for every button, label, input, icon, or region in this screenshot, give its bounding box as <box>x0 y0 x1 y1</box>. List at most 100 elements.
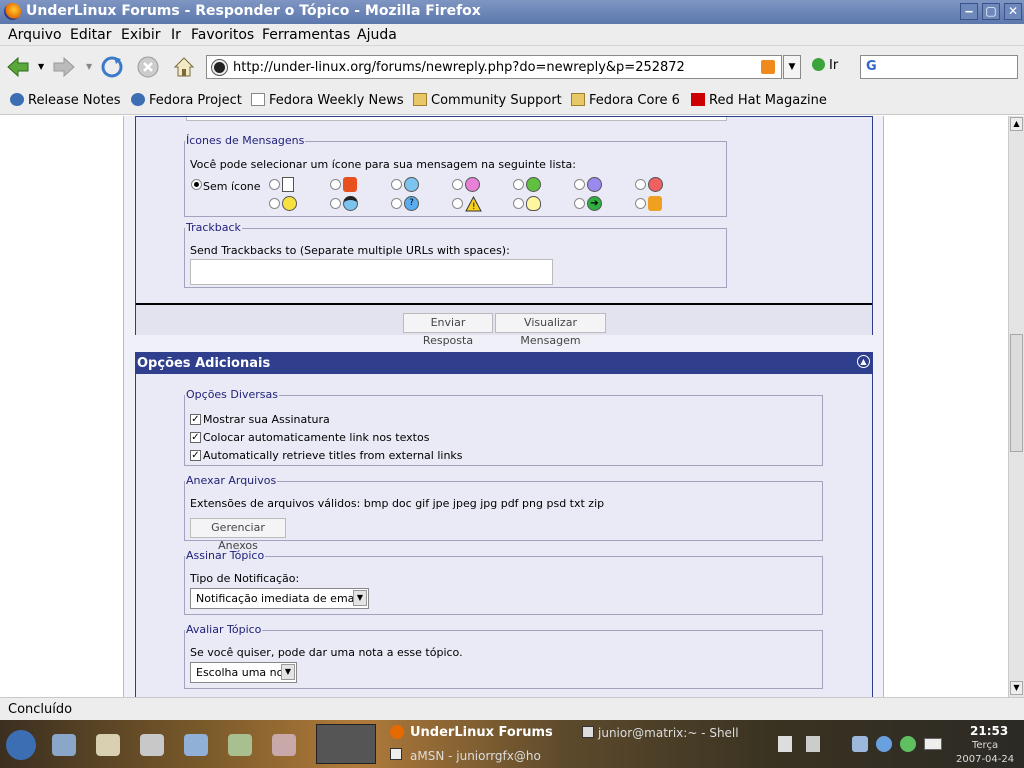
office-icon[interactable] <box>184 734 208 756</box>
icon-radio-10[interactable] <box>391 198 402 209</box>
warning-icon: ! <box>465 196 482 212</box>
show-signature-checkbox[interactable]: ✓ <box>190 414 201 425</box>
fedora-icon <box>10 93 24 106</box>
stop-icon[interactable] <box>136 55 160 79</box>
speaker-icon[interactable] <box>852 736 868 752</box>
menu-arquivo[interactable]: Arquivo <box>8 27 62 43</box>
home-icon[interactable] <box>172 55 196 79</box>
rss-feed-icon[interactable] <box>761 60 775 74</box>
task-amsn[interactable]: aMSN - juniorrgfx@ho <box>410 749 541 763</box>
trackback-urls-input[interactable] <box>190 259 553 285</box>
preview-message-button[interactable]: Visualizar Mensagem <box>495 313 606 347</box>
bookmark-fedora-project[interactable]: Fedora Project <box>131 93 242 108</box>
menu-ajuda[interactable]: Ajuda <box>357 27 397 43</box>
bookmark-fedora-weekly-news[interactable]: Fedora Weekly News <box>251 93 404 108</box>
icon-radio-3[interactable] <box>391 179 402 190</box>
manage-attachments-button[interactable]: Gerenciar Anexos <box>190 518 286 552</box>
icon-radio-11[interactable] <box>452 198 463 209</box>
retrieve-titles-label: Automatically retrieve titles from exter… <box>203 449 463 462</box>
fedora-menu-icon[interactable] <box>6 730 36 760</box>
mail-icon[interactable] <box>924 738 942 750</box>
volume-icon[interactable] <box>806 736 820 752</box>
menu-exibir[interactable]: Exibir <box>121 27 161 43</box>
back-icon[interactable] <box>6 55 30 79</box>
folder-icon <box>571 93 585 106</box>
tools-icon[interactable] <box>272 734 296 756</box>
go-button[interactable]: Ir <box>812 58 838 73</box>
auto-link-checkbox[interactable]: ✓ <box>190 432 201 443</box>
icon-radio-9[interactable] <box>330 198 341 209</box>
folder-icon <box>413 93 427 106</box>
icon-radio-13[interactable] <box>574 198 585 209</box>
icon-radio-4[interactable] <box>452 179 463 190</box>
bookmark-fedora-core-6[interactable]: Fedora Core 6 <box>571 93 680 108</box>
notification-type-select[interactable]: Notificação imediata de email ▼ <box>190 588 369 609</box>
page-scrollbar[interactable]: ▲ ▼ <box>1008 116 1024 697</box>
task-firefox[interactable]: UnderLinux Forums <box>410 725 553 740</box>
clock-time[interactable]: 21:53 <box>970 724 1008 738</box>
angry-icon <box>648 177 663 192</box>
network-status-icon[interactable] <box>876 736 892 752</box>
bookmark-release-notes[interactable]: Release Notes <box>10 93 120 108</box>
close-button[interactable]: ✕ <box>1004 3 1022 20</box>
attach-files-fieldset: Anexar Arquivos Extensões de arquivos vá… <box>184 474 823 552</box>
clipboard-icon[interactable] <box>778 736 792 752</box>
chevron-down-icon: ▼ <box>281 664 295 680</box>
rating-select[interactable]: Escolha uma nota ▼ <box>190 662 297 683</box>
maximize-button[interactable]: ▢ <box>982 3 1000 20</box>
form-buttons-bar: Enviar Resposta Visualizar Mensagem <box>136 305 872 347</box>
thumbs-up-icon <box>648 196 662 211</box>
bookmark-red-hat-magazine[interactable]: Red Hat Magazine <box>691 93 827 108</box>
collapse-icon[interactable]: ▲ <box>857 355 870 368</box>
question-icon: ? <box>404 196 419 211</box>
scrollbar-thumb[interactable] <box>1010 334 1023 452</box>
files-icon[interactable] <box>96 734 120 756</box>
computer-icon[interactable] <box>52 734 76 756</box>
scroll-down-icon[interactable]: ▼ <box>1010 681 1023 695</box>
subscribe-topic-fieldset: Assinar Tópico Tipo de Notificação: Noti… <box>184 549 823 615</box>
icon-radio-8[interactable] <box>269 198 280 209</box>
fedora-icon <box>131 93 145 106</box>
post-icon <box>282 177 294 192</box>
messenger-icon[interactable] <box>900 736 916 752</box>
minimize-button[interactable]: ‒ <box>960 3 978 20</box>
notification-type-label: Tipo de Notificação: <box>190 572 300 585</box>
menu-editar[interactable]: Editar <box>70 27 111 43</box>
menu-favoritos[interactable]: Favoritos <box>191 27 254 43</box>
google-icon: G <box>866 59 877 74</box>
trackback-fieldset: Trackback Send Trackbacks to (Separate m… <box>184 221 727 288</box>
submit-reply-button[interactable]: Enviar Resposta <box>403 313 493 347</box>
message-icons-fieldset: Ícones de Mensagens Você pode selecionar… <box>184 134 727 217</box>
scroll-up-icon[interactable]: ▲ <box>1010 117 1023 131</box>
icon-radio-6[interactable] <box>574 179 585 190</box>
icon-radio-2[interactable] <box>330 179 341 190</box>
reload-icon[interactable] <box>100 55 124 79</box>
network-icon[interactable] <box>228 734 252 756</box>
url-bar[interactable]: http://under-linux.org/forums/newreply.p… <box>206 55 782 79</box>
icon-radio-14[interactable] <box>635 198 646 209</box>
trackback-label: Send Trackbacks to (Separate multiple UR… <box>190 244 510 257</box>
forward-icon[interactable] <box>52 55 76 79</box>
bookmark-community-support[interactable]: Community Support <box>413 93 562 108</box>
valid-extensions-text: Extensões de arquivos válidos: bmp doc g… <box>190 497 605 510</box>
icon-radio-7[interactable] <box>635 179 646 190</box>
icon-radio-none[interactable] <box>191 179 202 190</box>
menu-ir[interactable]: Ir <box>171 27 181 43</box>
printer-icon[interactable] <box>140 734 164 756</box>
workspace-pager[interactable] <box>316 724 376 764</box>
url-history-dropdown[interactable]: ▼ <box>783 55 801 79</box>
icon-radio-5[interactable] <box>513 179 524 190</box>
retrieve-titles-checkbox[interactable]: ✓ <box>190 450 201 461</box>
site-favicon <box>211 59 228 76</box>
forward-dropdown-icon[interactable]: ▼ <box>86 62 92 71</box>
search-input[interactable]: G <box>860 55 1018 79</box>
url-text[interactable]: http://under-linux.org/forums/newreply.p… <box>233 60 685 75</box>
menubar: Arquivo Editar Exibir Ir Favoritos Ferra… <box>0 24 1024 46</box>
menu-ferramentas[interactable]: Ferramentas <box>262 27 350 43</box>
task-shell[interactable]: junior@matrix:~ - Shell <box>598 726 739 740</box>
icon-radio-12[interactable] <box>513 198 524 209</box>
back-dropdown-icon[interactable]: ▼ <box>38 62 44 71</box>
smile-pink-icon <box>465 177 480 192</box>
attach-files-legend: Anexar Arquivos <box>185 474 278 488</box>
icon-radio-1[interactable] <box>269 179 280 190</box>
